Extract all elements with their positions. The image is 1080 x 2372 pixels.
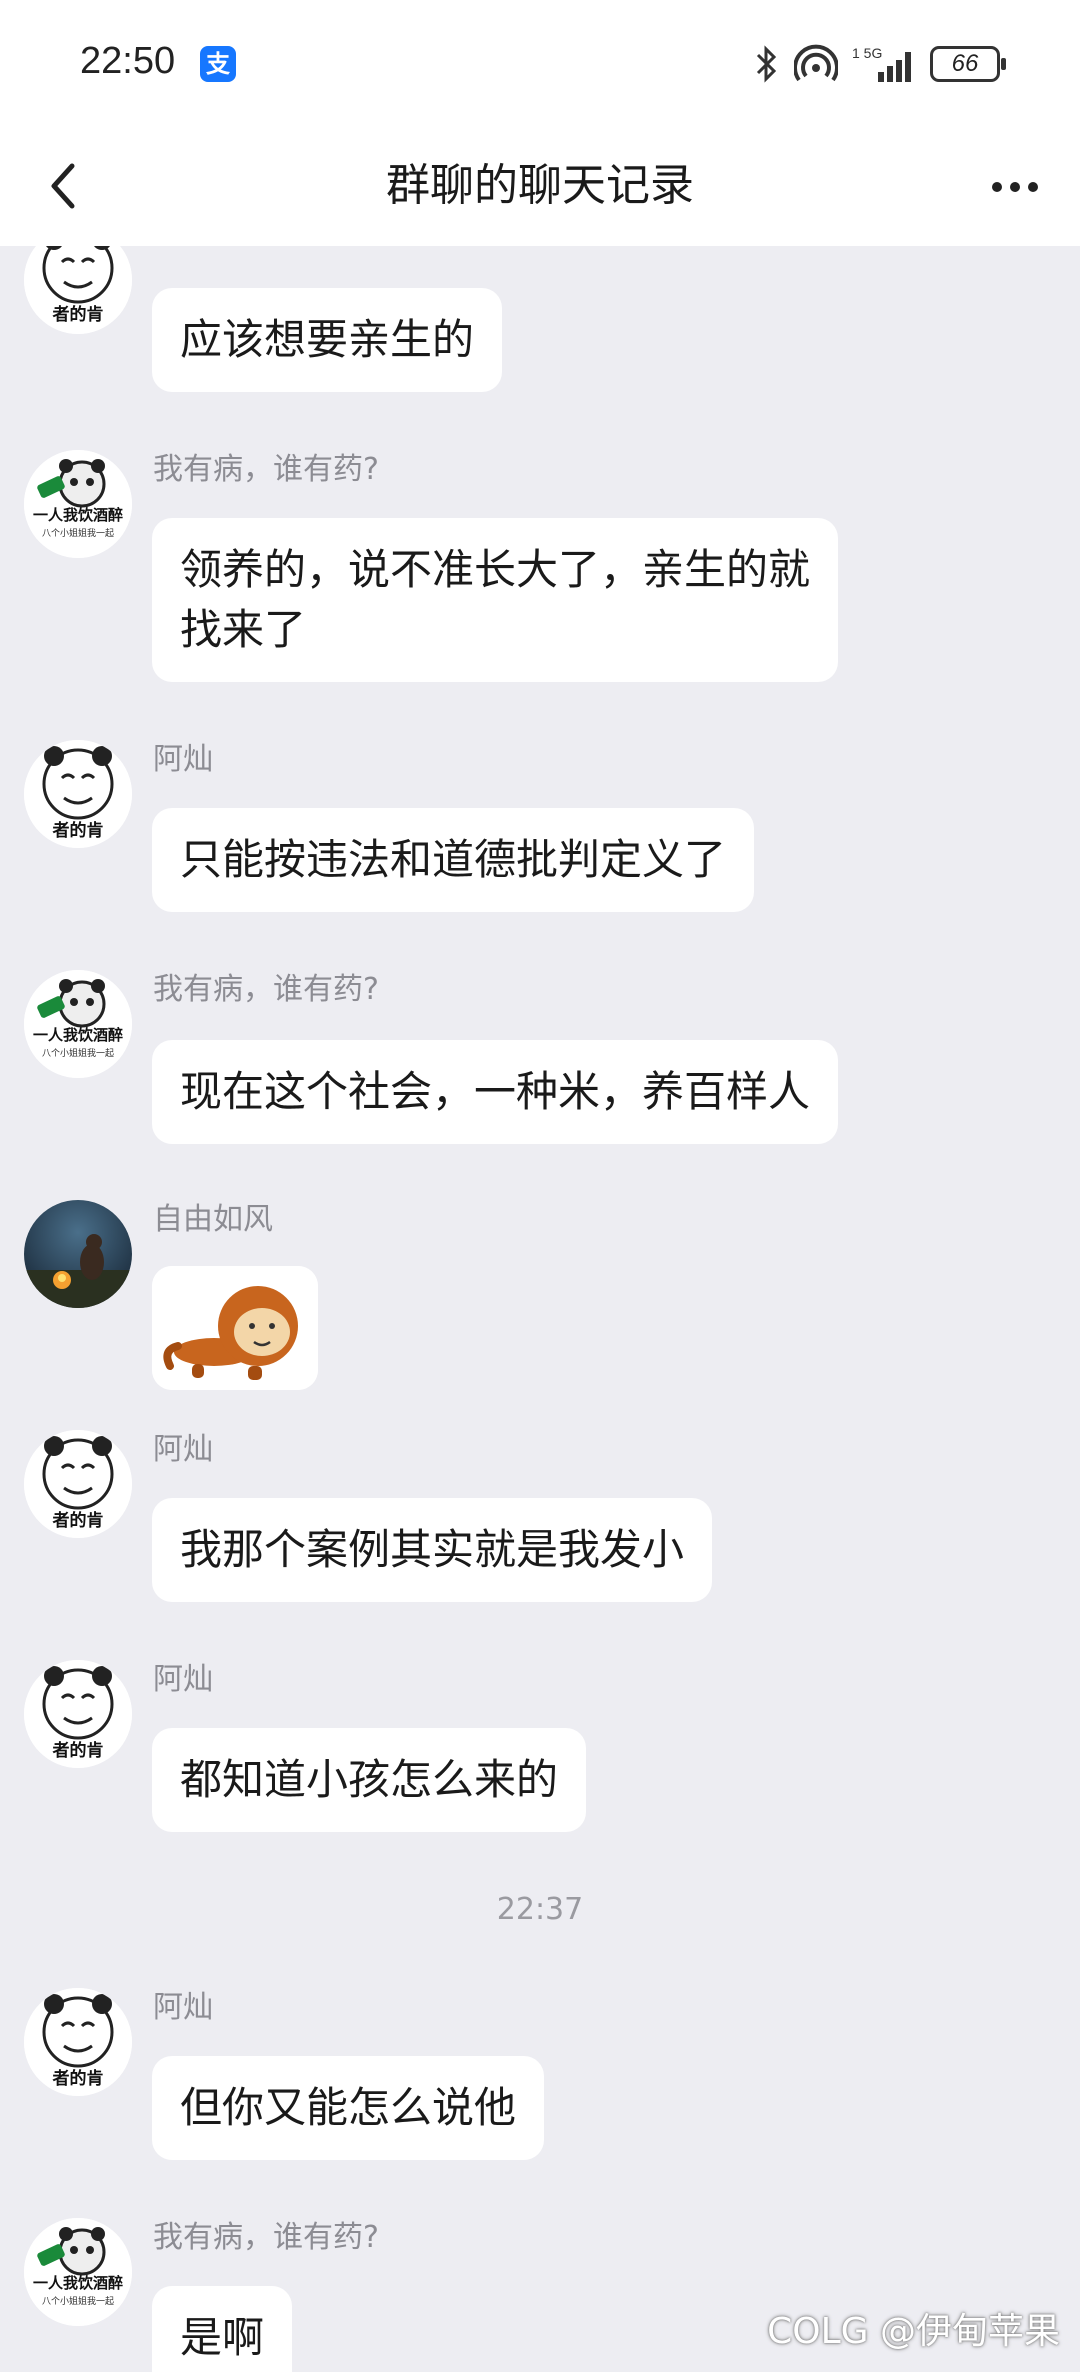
panda-meme-avatar: 一人我饮酒醉 八个小姐姐我一起 [24, 450, 132, 558]
alipay-icon: 支 [200, 46, 236, 82]
avatar[interactable] [24, 1200, 132, 1308]
svg-text:者的肯: 者的肯 [52, 1740, 104, 1761]
time-separator: 22:37 [496, 1892, 584, 1927]
watermark: COLG @伊甸苹果 [767, 2302, 1060, 2354]
avatar[interactable]: 者的肯 [24, 1430, 132, 1538]
svg-text:一人我饮酒醉: 一人我饮酒醉 [33, 506, 123, 524]
system-icons: 1 5G 66 [754, 42, 1006, 86]
svg-text:八个小姐姐我一起: 八个小姐姐我一起 [42, 2295, 114, 2307]
svg-text:者的肯: 者的肯 [52, 820, 104, 841]
panda-meme-avatar: 一人我饮酒醉 八个小姐姐我一起 [24, 970, 132, 1078]
colg-logo: COLG [767, 2311, 869, 2352]
panda-meme-avatar: 者的肯 [24, 1660, 132, 1768]
hotspot-icon [794, 44, 838, 82]
watermark-text: @伊甸苹果 [879, 2311, 1060, 2352]
svg-text:者的肯: 者的肯 [52, 2068, 104, 2089]
message-bubble[interactable]: 只能按违法和道德批判定义了 [152, 808, 755, 912]
avatar[interactable]: 一人我饮酒醉 八个小姐姐我一起 [24, 450, 132, 558]
chat-history[interactable]: 者的肯 应该想要亲生的 一人我饮酒醉 八个小姐姐我一起 我有病，谁有药? 领养的… [0, 0, 1080, 2372]
message-bubble[interactable]: 是啊 [152, 2286, 293, 2372]
message-bubble[interactable]: 领养的，说不准长大了，亲生的就 找来了 [152, 518, 839, 682]
message-bubble[interactable]: 应该想要亲生的 [152, 288, 503, 392]
more-icon[interactable] [980, 152, 1050, 222]
sender-name: 阿灿 [153, 742, 213, 777]
page-title: 群聊的聊天记录 [386, 160, 694, 211]
avatar[interactable]: 一人我饮酒醉 八个小姐姐我一起 [24, 2218, 132, 2326]
panda-meme-avatar: 者的肯 [24, 1430, 132, 1538]
message-bubble[interactable]: 我那个案例其实就是我发小 [152, 1498, 713, 1602]
panda-meme-avatar: 者的肯 [24, 740, 132, 848]
svg-text:一人我饮酒醉: 一人我饮酒醉 [33, 1026, 123, 1044]
avatar[interactable]: 者的肯 [24, 740, 132, 848]
avatar[interactable]: 一人我饮酒醉 八个小姐姐我一起 [24, 970, 132, 1078]
panda-meme-avatar: 一人我饮酒醉 八个小姐姐我一起 [24, 2218, 132, 2326]
sender-name: 我有病，谁有药? [153, 972, 379, 1007]
svg-text:一人我饮酒醉: 一人我饮酒醉 [33, 2274, 123, 2292]
status-time: 22:50 [80, 40, 176, 82]
panda-meme-avatar: 者的肯 [24, 1988, 132, 2096]
avatar[interactable]: 者的肯 [24, 1660, 132, 1768]
sender-name: 阿灿 [153, 1432, 213, 1467]
bluetooth-icon [756, 45, 777, 83]
svg-text:1 5G: 1 5G [852, 45, 882, 61]
sender-name: 阿灿 [153, 1662, 213, 1697]
sender-name: 我有病，谁有药? [153, 452, 379, 487]
signal-5g-icon: 1 5G [852, 45, 911, 82]
header: 群聊的聊天记录 [0, 128, 1080, 246]
campfire-photo-avatar [24, 1200, 132, 1308]
avatar[interactable]: 者的肯 [24, 1988, 132, 2096]
sticker-image[interactable] [152, 1266, 318, 1390]
status-bar: 22:50 支 1 5G 66 [0, 0, 1080, 128]
top-bar: 22:50 支 1 5G 66 群聊的聊天记录 [0, 0, 1080, 246]
message-bubble[interactable]: 现在这个社会，一种米，养百样人 [152, 1040, 839, 1144]
sender-name: 我有病，谁有药? [153, 2220, 379, 2255]
svg-text:者的肯: 者的肯 [52, 1510, 104, 1531]
battery-icon: 66 [930, 46, 1006, 82]
sender-name: 自由如风 [153, 1202, 273, 1237]
message-bubble[interactable]: 但你又能怎么说他 [152, 2056, 545, 2160]
monkey-pushup-sticker [152, 1266, 318, 1390]
sender-name: 阿灿 [153, 1990, 213, 2025]
svg-text:者的肯: 者的肯 [52, 304, 104, 325]
svg-text:八个小姐姐我一起: 八个小姐姐我一起 [42, 527, 114, 539]
message-bubble[interactable]: 都知道小孩怎么来的 [152, 1728, 587, 1832]
svg-text:八个小姐姐我一起: 八个小姐姐我一起 [42, 1047, 114, 1059]
